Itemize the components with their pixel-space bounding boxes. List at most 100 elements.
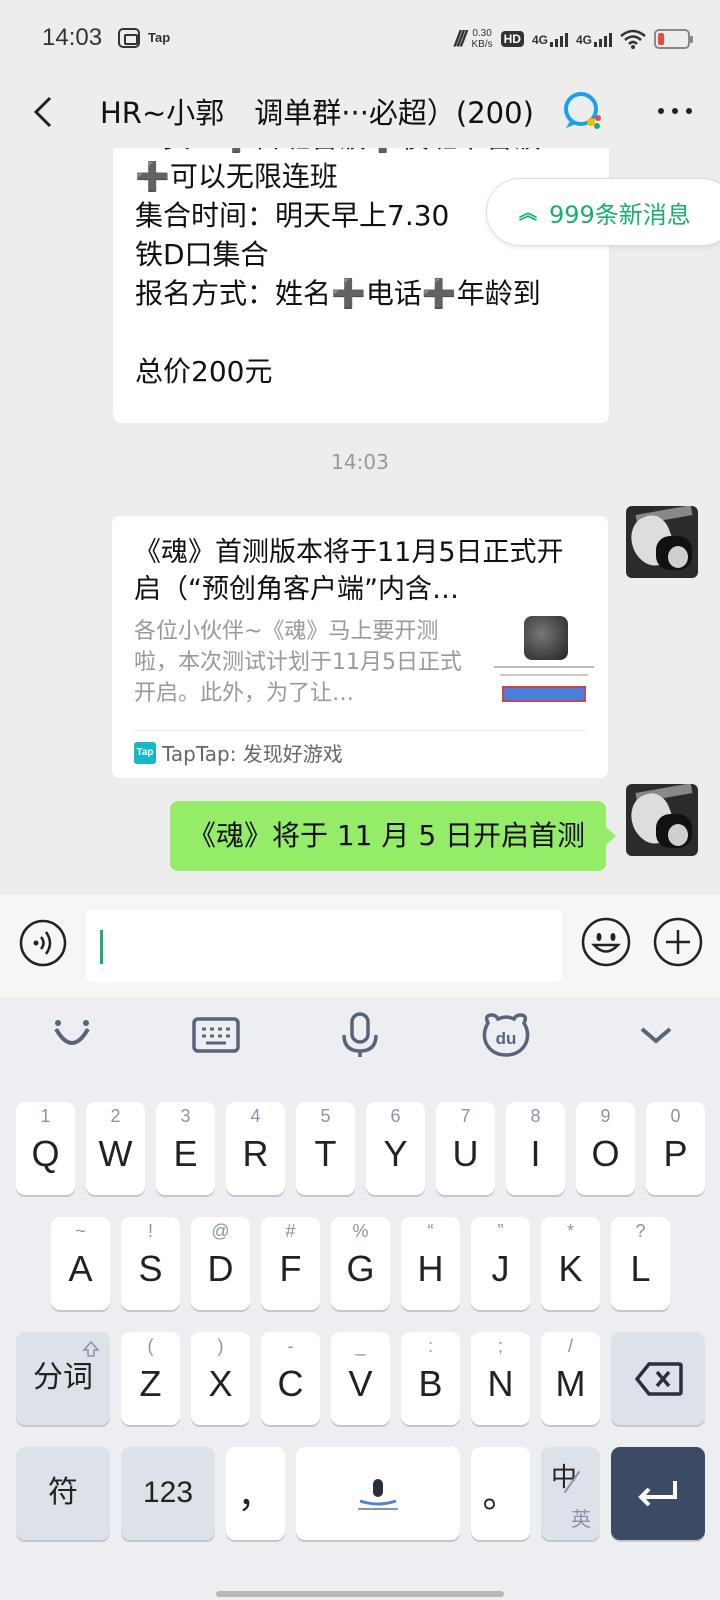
backspace-icon [635, 1362, 683, 1396]
shift-key[interactable]: 分词 [16, 1332, 110, 1425]
key-q-hint: 1 [40, 1106, 51, 1126]
backspace-key[interactable] [611, 1332, 705, 1425]
key-v[interactable]: _ V [331, 1332, 390, 1425]
key-t[interactable]: 5T [296, 1102, 355, 1195]
message-line: 工资：➕日班管饭➕夜班不管饭 [135, 148, 587, 157]
key-e[interactable]: 3E [156, 1102, 215, 1195]
key-x[interactable]: ) X [191, 1332, 250, 1425]
space-key[interactable] [296, 1447, 460, 1540]
more-icon[interactable] [650, 88, 700, 134]
key-g-label: G [346, 1248, 375, 1289]
card-title: 《魂》首测版本将于11月5日正式开启（“预创角客户端”内含… [134, 537, 564, 605]
key-k[interactable]: * K [541, 1217, 600, 1310]
key-q[interactable]: 1Q [16, 1102, 75, 1195]
key-k-hint: * [566, 1221, 574, 1241]
chat-bubble-icon[interactable] [560, 88, 606, 134]
tap-app-label: Tap [148, 30, 171, 45]
chat-title: HR~小郭 调单群···必超）(200) [100, 90, 534, 132]
key-p[interactable]: 0P [646, 1102, 705, 1195]
key-n[interactable]: ; N [471, 1332, 530, 1425]
comma-key[interactable]: ， [226, 1447, 285, 1540]
key-u[interactable]: 7U [436, 1102, 495, 1195]
chat-area[interactable]: 工资：➕日班管饭➕夜班不管饭 ➕可以无限连班 集合时间：明天早上7.30 铁D口… [0, 148, 720, 893]
key-y[interactable]: 6Y [366, 1102, 425, 1195]
symbols-key[interactable]: 符 [16, 1447, 110, 1540]
wifi-icon [620, 29, 646, 49]
key-y-label: Y [383, 1133, 408, 1174]
key-s[interactable]: ! S [121, 1217, 180, 1310]
key-i-hint: 8 [530, 1106, 541, 1126]
key-e-label: E [173, 1133, 198, 1174]
smile-icon[interactable] [46, 1009, 98, 1061]
key-t-hint: 5 [320, 1106, 331, 1126]
collapse-chevron-icon[interactable] [630, 1009, 682, 1061]
key-s-hint: ! [147, 1221, 153, 1241]
message-line [135, 313, 587, 352]
key-r-label: R [242, 1133, 269, 1174]
avatar[interactable] [626, 784, 698, 856]
avatar[interactable] [626, 506, 698, 578]
enter-key[interactable] [611, 1447, 705, 1540]
new-messages-button[interactable]: ︽ 999条新消息 [486, 178, 720, 246]
voice-icon[interactable] [18, 918, 68, 968]
key-y-hint: 6 [390, 1106, 401, 1126]
key-x-label: X [208, 1363, 233, 1404]
key-r[interactable]: 4R [226, 1102, 285, 1195]
shift-key-label: 分词 [33, 1361, 93, 1394]
numbers-key[interactable]: 123 [121, 1447, 215, 1540]
text-caret [100, 930, 103, 964]
key-d-label: D [207, 1248, 234, 1289]
card-source-label: TapTap: 发现好游戏 [162, 742, 343, 766]
taptap-icon: Tap [134, 741, 156, 764]
key-u-hint: 7 [460, 1106, 471, 1126]
key-z[interactable]: (Z [121, 1332, 180, 1425]
message-input[interactable] [86, 910, 562, 982]
back-arrow-icon[interactable] [26, 92, 66, 132]
emoji-icon[interactable] [580, 916, 632, 968]
card-divider [134, 730, 586, 731]
network-speed-value: 0.30 [472, 28, 492, 39]
key-g[interactable]: % G [331, 1217, 390, 1310]
soft-keyboard: du 1Q 2W 3E 4R 5T 6Y 7U 8I 9O 0P ~ A ! S @… [0, 997, 720, 1600]
keyboard-icon[interactable] [190, 1009, 242, 1061]
enter-icon [638, 1481, 677, 1507]
microphone-icon[interactable] [334, 1009, 386, 1061]
key-v-hint: _ [355, 1336, 366, 1356]
plus-icon[interactable] [652, 916, 704, 968]
key-q-label: Q [31, 1133, 60, 1174]
network-type-1: 4G [531, 33, 548, 47]
sent-message[interactable]: 《魂》将于 11 月 5 日开启首测 [170, 801, 616, 871]
message-line: 总价200元 [135, 355, 273, 388]
keyboard-toolbar: du [0, 997, 720, 1077]
key-a-label: A [68, 1248, 93, 1289]
key-l-label: L [630, 1248, 651, 1289]
key-h[interactable]: “H [401, 1217, 460, 1310]
du-bear-icon[interactable]: du [480, 1009, 532, 1061]
key-i[interactable]: 8I [506, 1102, 565, 1195]
period-key[interactable]: 。 [471, 1447, 530, 1540]
network-speed-unit: KB/s [471, 39, 493, 50]
language-switch-key[interactable]: 中 英 [541, 1447, 600, 1540]
key-c[interactable]: -C [261, 1332, 320, 1425]
key-j[interactable]: ” J [471, 1217, 530, 1310]
status-indicators: /// 0.30 KB/s HD 4G 4G [454, 24, 693, 54]
chat-title-part2: 调单群···必超）(200) [254, 96, 534, 130]
key-x-hint: ) [217, 1336, 224, 1356]
key-d-hint: @ [211, 1221, 230, 1241]
key-b[interactable]: :B [401, 1332, 460, 1425]
network-speed: 0.30 KB/s [472, 28, 493, 50]
key-l[interactable]: ? L [611, 1217, 670, 1310]
key-s-label: S [138, 1248, 163, 1289]
home-indicator[interactable] [216, 1591, 504, 1597]
key-d[interactable]: @ D [191, 1217, 250, 1310]
key-l-hint: ? [635, 1221, 646, 1241]
key-a[interactable]: ~ A [51, 1217, 110, 1310]
network-type-2: 4G [575, 33, 592, 47]
key-o[interactable]: 9O [576, 1102, 635, 1195]
link-card-message[interactable]: 《魂》首测版本将于11月5日正式开启（“预创角客户端”内含… 各位小伙伴~《魂》… [112, 516, 608, 778]
key-f[interactable]: # F [261, 1217, 320, 1310]
key-o-label: O [591, 1133, 620, 1174]
key-m[interactable]: / M [541, 1332, 600, 1425]
key-w[interactable]: 2W [86, 1102, 145, 1195]
key-n-hint: ; [497, 1336, 503, 1356]
